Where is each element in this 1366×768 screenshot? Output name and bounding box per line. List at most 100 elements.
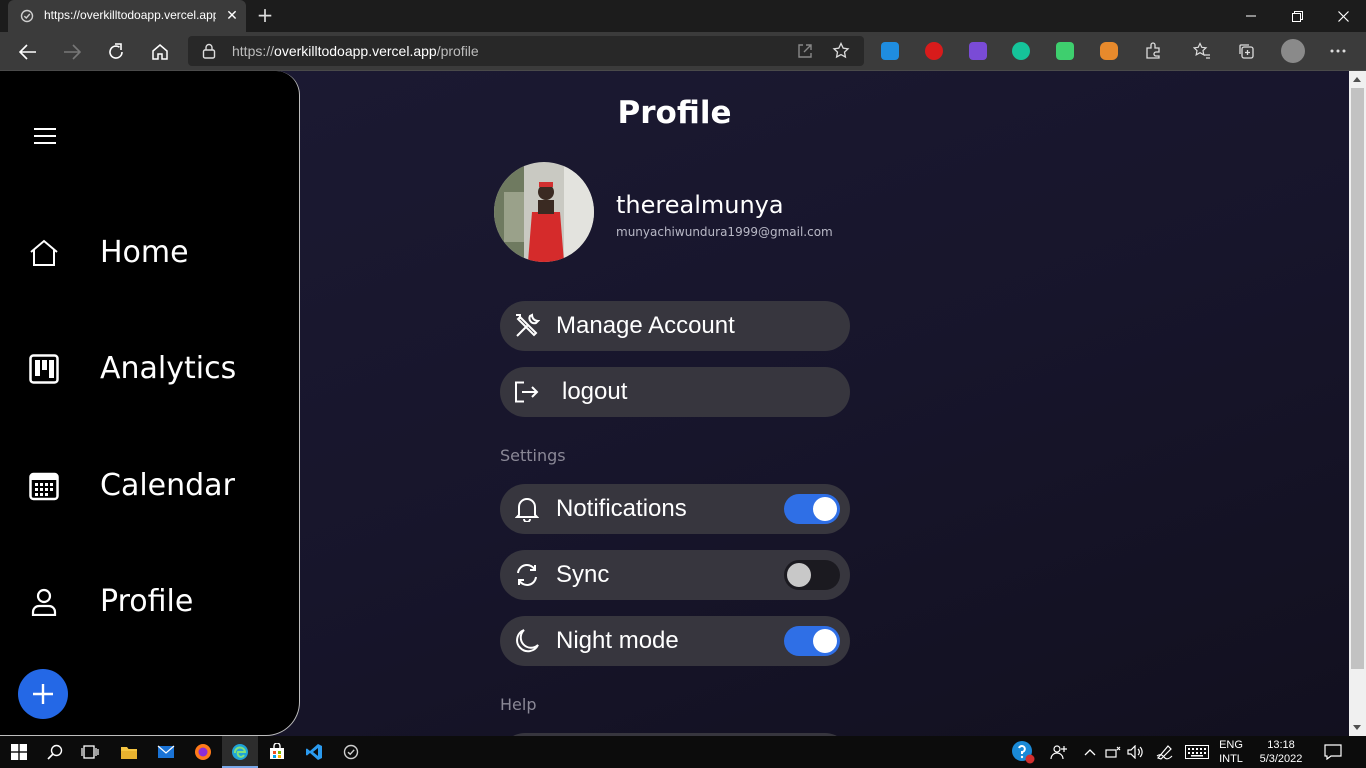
extension-green-icon[interactable] bbox=[1056, 42, 1074, 60]
sidebar: Home Analytics Calendar Profile bbox=[0, 71, 300, 736]
page-viewport: Home Analytics Calendar Profile Profile … bbox=[0, 71, 1349, 736]
windows-start-icon[interactable] bbox=[8, 741, 30, 763]
sync-label: Sync bbox=[556, 561, 610, 588]
url-host: overkilltodoapp.vercel.app bbox=[274, 43, 437, 59]
setting-night-mode-row: Night mode bbox=[500, 616, 850, 666]
bell-icon bbox=[514, 496, 540, 522]
task-view-icon[interactable] bbox=[79, 741, 101, 763]
clock[interactable]: 13:18 5/3/2022 bbox=[1252, 738, 1310, 766]
notification-center-icon[interactable] bbox=[1322, 741, 1344, 763]
notifications-label: Notifications bbox=[556, 495, 687, 522]
help-tray-icon[interactable] bbox=[1011, 740, 1035, 764]
extension-puzzle-app-icon[interactable] bbox=[969, 42, 987, 60]
manage-account-label: Manage Account bbox=[556, 312, 735, 339]
edge-icon[interactable] bbox=[229, 741, 251, 763]
pen-workspace-icon[interactable] bbox=[1154, 741, 1176, 763]
search-icon[interactable] bbox=[44, 741, 66, 763]
username: therealmunya bbox=[616, 191, 784, 219]
open-in-app-icon[interactable] bbox=[796, 42, 814, 60]
add-task-button[interactable] bbox=[18, 669, 68, 719]
network-icon[interactable] bbox=[1102, 741, 1124, 763]
url-scheme: https:// bbox=[232, 43, 275, 59]
forward-icon[interactable] bbox=[58, 38, 86, 66]
input-language[interactable]: ENG INTL bbox=[1214, 738, 1248, 766]
sidebar-item-home[interactable]: Home bbox=[0, 223, 298, 283]
sidebar-item-label: Profile bbox=[100, 584, 194, 619]
logout-button[interactable]: logout bbox=[500, 367, 850, 417]
mail-icon[interactable] bbox=[155, 741, 177, 763]
checkmark-favicon-icon bbox=[20, 9, 34, 23]
tray-chevron-up-icon[interactable] bbox=[1079, 741, 1101, 763]
back-icon[interactable] bbox=[14, 38, 42, 66]
sidebar-item-analytics[interactable]: Analytics bbox=[0, 339, 298, 399]
scroll-down-arrow-icon[interactable] bbox=[1353, 725, 1361, 730]
close-window-icon[interactable] bbox=[1320, 0, 1366, 32]
browser-tab-bar: https://overkilltodoapp.vercel.app/profi… bbox=[0, 0, 1366, 32]
sidebar-item-label: Calendar bbox=[100, 468, 235, 503]
tools-icon bbox=[514, 313, 540, 339]
refresh-icon[interactable] bbox=[102, 38, 130, 66]
restore-icon[interactable] bbox=[1274, 0, 1320, 32]
collections-icon[interactable] bbox=[1236, 41, 1256, 61]
hamburger-menu-icon[interactable] bbox=[34, 127, 56, 145]
keyboard-layout: INTL bbox=[1219, 753, 1243, 765]
page-title: Profile bbox=[617, 95, 732, 131]
logout-icon bbox=[514, 379, 540, 405]
extension-translate-icon[interactable] bbox=[881, 42, 899, 60]
scroll-thumb[interactable] bbox=[1351, 88, 1364, 669]
clock-date: 5/3/2022 bbox=[1259, 753, 1303, 765]
url-path: /profile bbox=[436, 43, 479, 59]
sidebar-item-profile[interactable]: Profile bbox=[0, 572, 298, 632]
user-email: munyachiwundura1999@gmail.com bbox=[616, 225, 833, 239]
night-mode-toggle[interactable] bbox=[784, 626, 840, 656]
people-icon[interactable] bbox=[1048, 741, 1070, 763]
setting-notifications-row: Notifications bbox=[500, 484, 850, 534]
sidebar-item-calendar[interactable]: Calendar bbox=[0, 456, 298, 516]
sync-toggle[interactable] bbox=[784, 560, 840, 590]
language-code: ENG bbox=[1219, 739, 1243, 751]
windows-taskbar: ENG INTL 13:18 5/3/2022 bbox=[0, 736, 1366, 768]
firefox-icon[interactable] bbox=[192, 741, 214, 763]
extension-metamask-icon[interactable] bbox=[1100, 42, 1118, 60]
vscode-icon[interactable] bbox=[303, 741, 325, 763]
todo-app-icon[interactable] bbox=[340, 741, 362, 763]
person-icon bbox=[28, 586, 60, 618]
profile-avatar-icon[interactable] bbox=[1281, 39, 1305, 63]
avatar bbox=[494, 162, 594, 262]
setting-sync-row: Sync bbox=[500, 550, 850, 600]
night-mode-label: Night mode bbox=[556, 627, 679, 654]
add-favorite-icon[interactable] bbox=[832, 42, 850, 60]
page-scrollbar[interactable] bbox=[1349, 71, 1366, 736]
favorites-icon[interactable] bbox=[1192, 41, 1212, 61]
toggle-knob bbox=[787, 563, 811, 587]
extensions-icon[interactable] bbox=[1143, 41, 1163, 61]
help-heading: Help bbox=[500, 695, 537, 714]
browser-tab[interactable]: https://overkilltodoapp.vercel.app/profi… bbox=[8, 0, 246, 32]
tab-close-icon[interactable]: ✕ bbox=[224, 8, 240, 24]
more-options-icon[interactable] bbox=[1328, 41, 1348, 61]
tab-title: https://overkilltodoapp.vercel.app/profi… bbox=[44, 8, 216, 22]
touch-keyboard-icon[interactable] bbox=[1184, 741, 1210, 763]
browser-toolbar: https://overkilltodoapp.vercel.app/profi… bbox=[0, 32, 1366, 71]
toggle-knob bbox=[813, 497, 837, 521]
minimize-icon[interactable] bbox=[1228, 0, 1274, 32]
volume-icon[interactable] bbox=[1125, 741, 1147, 763]
new-tab-icon[interactable]: + bbox=[254, 5, 276, 27]
address-bar[interactable]: https://overkilltodoapp.vercel.app/profi… bbox=[188, 36, 864, 66]
logout-label: logout bbox=[562, 378, 628, 405]
manage-account-button[interactable]: Manage Account bbox=[500, 301, 850, 351]
home-icon bbox=[28, 237, 60, 269]
store-icon[interactable] bbox=[266, 741, 288, 763]
file-explorer-icon[interactable] bbox=[118, 741, 140, 763]
extension-adblock-icon[interactable] bbox=[925, 42, 943, 60]
sync-icon bbox=[514, 562, 540, 588]
avatar-photo bbox=[494, 162, 594, 262]
extension-grammarly-icon[interactable] bbox=[1012, 42, 1030, 60]
notifications-toggle[interactable] bbox=[784, 494, 840, 524]
lock-icon[interactable] bbox=[202, 43, 216, 59]
home-browser-icon[interactable] bbox=[146, 38, 174, 66]
url-text[interactable]: https://overkilltodoapp.vercel.app/profi… bbox=[232, 43, 479, 59]
scroll-up-arrow-icon[interactable] bbox=[1353, 77, 1361, 82]
analytics-icon bbox=[28, 353, 60, 385]
sidebar-item-label: Home bbox=[100, 235, 189, 270]
